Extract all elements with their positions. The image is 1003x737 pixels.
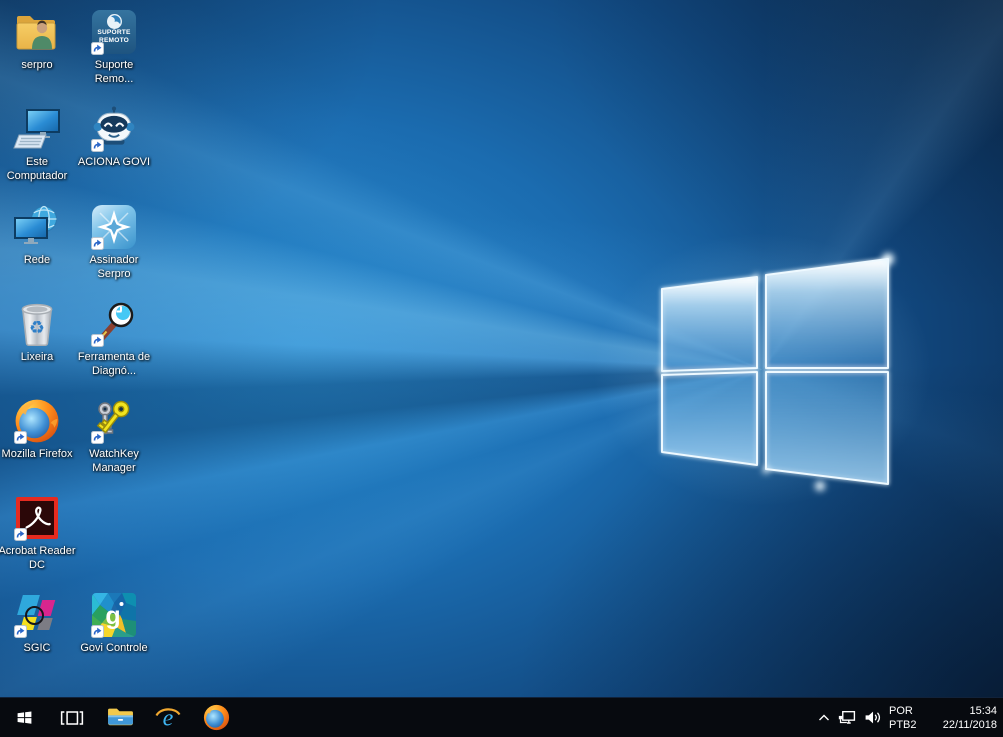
magnifier-icon <box>90 300 138 348</box>
shortcut-arrow-overlay-icon <box>14 431 27 444</box>
system-tray: POR PTB2 15:34 22/11/2018 <box>813 698 1003 737</box>
icon-label: Acrobat Reader DC <box>0 545 76 571</box>
shortcut-arrow-overlay-icon <box>14 528 27 541</box>
desktop-icon-ferramenta-diagnostico[interactable]: Ferramenta de Diagnó... <box>75 298 153 394</box>
desktop-icon-suporte-remoto[interactable]: SUPORTE REMOTO Suporte Remo... <box>75 6 153 102</box>
shortcut-arrow-overlay-icon <box>91 334 104 347</box>
shortcut-arrow-overlay-icon <box>91 625 104 638</box>
language-code: POR <box>889 704 913 717</box>
icon-label: Assinador Serpro <box>89 254 139 280</box>
svg-text:g: g <box>105 602 120 630</box>
desktop-icon-assinador-serpro[interactable]: Assinador Serpro <box>75 201 153 297</box>
icon-label: Govi Controle <box>80 642 148 654</box>
shortcut-arrow-overlay-icon <box>91 42 104 55</box>
icon-label: ACIONA GOVI <box>77 156 151 168</box>
clock-date: 22/11/2018 <box>942 718 997 731</box>
chevron-up-icon <box>819 714 829 720</box>
icon-label: Mozilla Firefox <box>1 448 73 460</box>
this-pc-icon <box>13 105 61 153</box>
network-globe-icon <box>13 203 61 251</box>
icon-label: Suporte Remo... <box>94 59 134 85</box>
desktop-icon-mozilla-firefox[interactable]: Mozilla Firefox <box>0 395 76 491</box>
internet-explorer-icon: e <box>155 705 181 731</box>
desktop-icon-govi-controle[interactable]: g Govi Controle <box>75 589 153 685</box>
govi-controle-icon: g <box>90 591 138 639</box>
desktop-icon-sgic[interactable]: SGIC <box>0 589 76 685</box>
keys-icon <box>90 397 138 445</box>
icon-label: Ferramenta de Diagnó... <box>77 351 151 377</box>
shortcut-arrow-overlay-icon <box>91 237 104 250</box>
file-explorer-button[interactable] <box>96 698 144 737</box>
taskbar: e POR PTB2 15:34 22/11/2018 <box>0 697 1003 737</box>
task-view-icon <box>60 710 84 725</box>
file-explorer-icon <box>107 708 133 726</box>
windows-start-icon <box>17 711 31 724</box>
shortcut-arrow-overlay-icon <box>14 625 27 638</box>
folder-user-icon <box>13 8 61 56</box>
clock-time: 15:34 <box>969 704 997 717</box>
firefox-icon <box>13 397 61 445</box>
desktop-icon-rede[interactable]: Rede <box>0 201 76 297</box>
start-button[interactable] <box>0 698 48 737</box>
volume-tray-button[interactable] <box>859 698 885 737</box>
task-view-button[interactable] <box>48 698 96 737</box>
icon-label: Lixeira <box>20 351 54 363</box>
desktop-icon-este-computador[interactable]: Este Computador <box>0 103 76 199</box>
icon-label: Este Computador <box>6 156 68 182</box>
speaker-icon <box>865 711 880 724</box>
robot-icon <box>90 105 138 153</box>
desktop-icon-aciona-govi[interactable]: ACIONA GOVI <box>75 103 153 199</box>
svg-text:♻: ♻ <box>29 318 45 338</box>
desktop: serpro SUPORTE REMOTO Suporte Remo... Es… <box>0 0 1003 737</box>
internet-explorer-button[interactable]: e <box>144 698 192 737</box>
desktop-icon-lixeira[interactable]: ♻ Lixeira <box>0 298 76 394</box>
desktop-icon-watchkey-manager[interactable]: WatchKey Manager <box>75 395 153 491</box>
desktop-icon-serpro[interactable]: serpro <box>0 6 76 102</box>
show-hidden-icons-button[interactable] <box>813 698 835 737</box>
icon-label: SGIC <box>23 642 51 654</box>
icon-label: Rede <box>23 254 51 266</box>
shortcut-arrow-overlay-icon <box>91 431 104 444</box>
icon-inner-text: SUPORTE <box>97 29 131 36</box>
language-indicator[interactable]: POR PTB2 <box>885 698 927 737</box>
firefox-icon <box>203 704 229 731</box>
clock[interactable]: 15:34 22/11/2018 <box>927 698 997 737</box>
network-tray-button[interactable] <box>835 698 859 737</box>
desktop-icon-acrobat-reader[interactable]: Acrobat Reader DC <box>0 492 76 588</box>
keyboard-layout-code: PTB2 <box>889 718 917 731</box>
icon-label: serpro <box>21 59 53 71</box>
ethernet-network-icon <box>838 710 856 724</box>
shortcut-arrow-overlay-icon <box>91 139 104 152</box>
firefox-button[interactable] <box>192 698 240 737</box>
windows-logo <box>658 253 894 491</box>
recycle-bin-icon: ♻ <box>13 300 61 348</box>
icon-label: WatchKey Manager <box>89 448 139 474</box>
